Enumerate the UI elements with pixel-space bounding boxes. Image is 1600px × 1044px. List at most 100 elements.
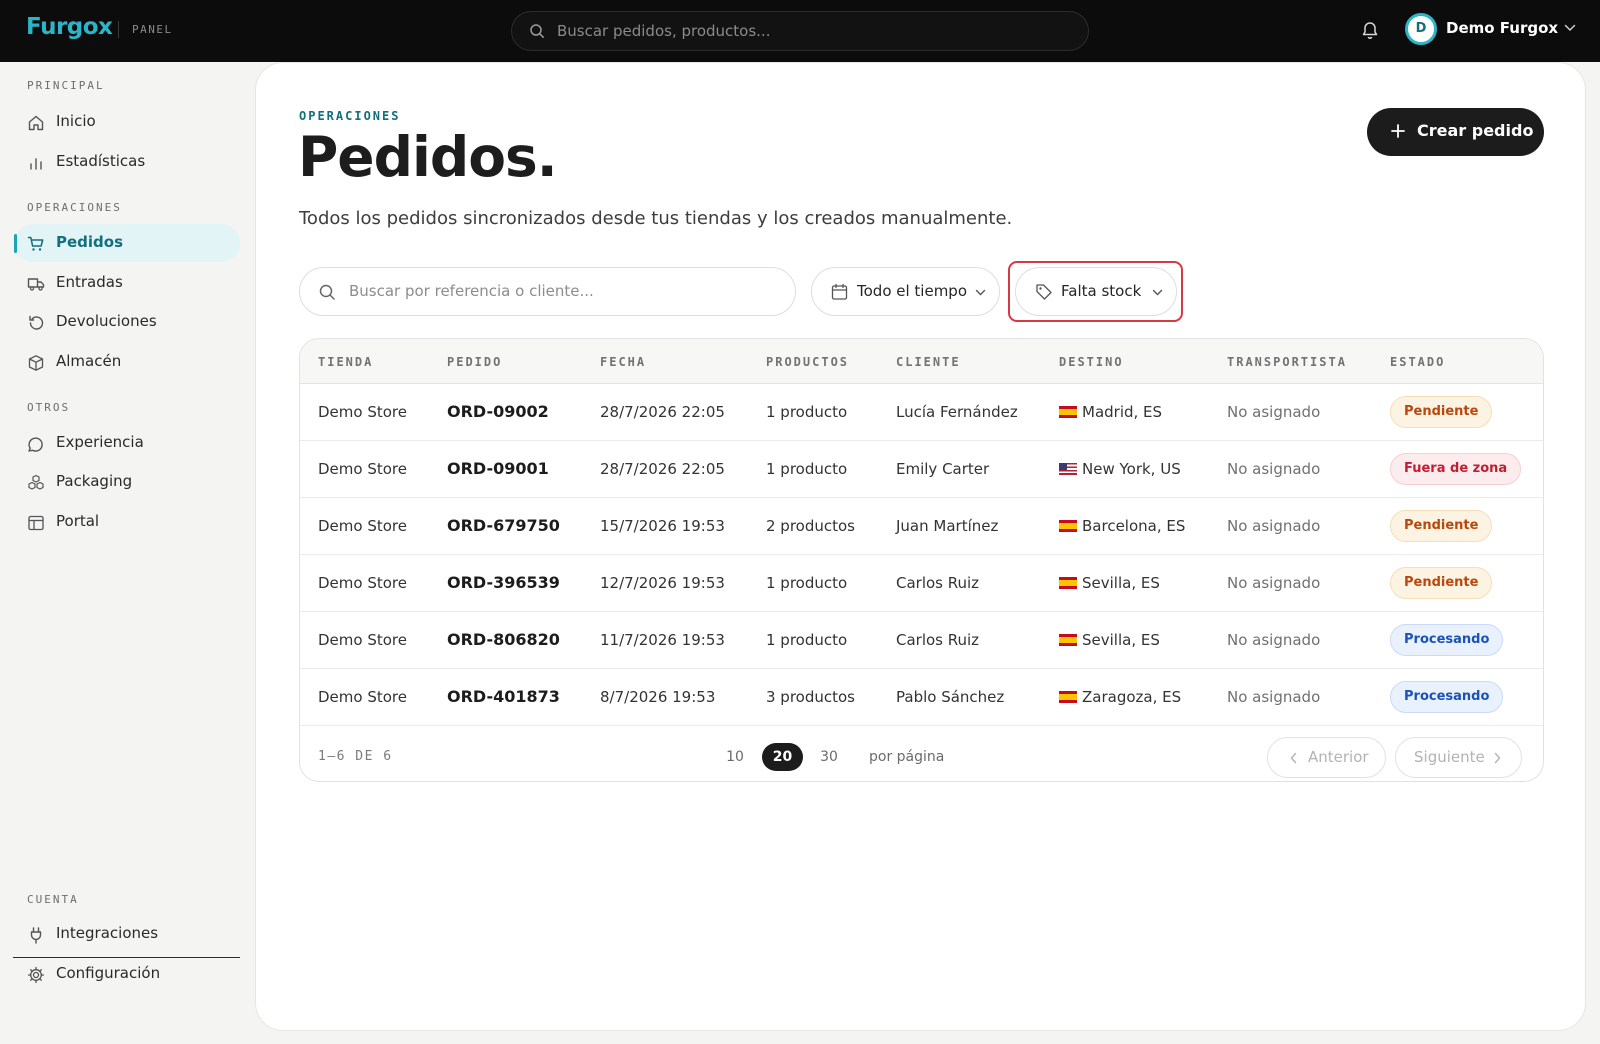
cell-store: Demo Store: [318, 517, 407, 535]
order-search-input[interactable]: Buscar por referencia o cliente...: [299, 267, 796, 316]
sidebar-item-label: Portal: [56, 512, 100, 530]
sidebar-item-integraciones[interactable]: Integraciones: [14, 915, 240, 953]
table-row[interactable]: Demo Store ORD-09002 28/7/2026 22:05 1 p…: [300, 384, 1543, 441]
column-header-pedido[interactable]: PEDIDO: [447, 355, 502, 369]
sidebar-item-label: Experiencia: [56, 433, 144, 451]
user-name[interactable]: Demo Furgox: [1446, 19, 1558, 37]
cell-order-ref[interactable]: ORD-401873: [447, 687, 560, 706]
stock-filter-label: Falta stock: [1061, 282, 1142, 300]
orders-table: TIENDA PEDIDO FECHA PRODUCTOS CLIENTE DE…: [299, 338, 1544, 782]
date-filter-label: Todo el tiempo: [857, 282, 968, 300]
box-icon: [27, 354, 45, 372]
sidebar-item-portal[interactable]: Portal: [14, 503, 240, 541]
avatar[interactable]: D: [1405, 13, 1437, 45]
column-header-cliente[interactable]: CLIENTE: [896, 355, 961, 369]
status-badge: Pendiente: [1390, 510, 1493, 542]
cart-icon: [27, 235, 45, 253]
sidebar-item-almacen[interactable]: Almacén: [14, 343, 240, 381]
layout-icon: [27, 514, 45, 532]
cell-date: 11/7/2026 19:53: [600, 631, 725, 649]
cell-destination: Madrid, ES: [1059, 403, 1162, 421]
cell-order-ref[interactable]: ORD-679750: [447, 516, 560, 535]
cell-destination: New York, US: [1059, 460, 1181, 478]
sidebar-item-packaging[interactable]: Packaging: [14, 463, 240, 501]
cell-carrier: No asignado: [1227, 460, 1321, 478]
status-badge: Procesando: [1390, 624, 1504, 656]
column-header-fecha[interactable]: FECHA: [600, 355, 646, 369]
cell-carrier: No asignado: [1227, 631, 1321, 649]
logo-subtitle: PANEL: [132, 23, 173, 36]
destination-label: Sevilla, ES: [1082, 631, 1160, 649]
page-size-10[interactable]: 10: [720, 743, 750, 771]
gear-icon: [27, 966, 45, 984]
sidebar-item-label: Devoluciones: [56, 312, 157, 330]
cell-products: 3 productos: [766, 688, 855, 706]
sidebar-item-label: Almacén: [56, 352, 122, 370]
table-row[interactable]: Demo Store ORD-396539 12/7/2026 19:53 1 …: [300, 555, 1543, 612]
sidebar-item-pedidos[interactable]: Pedidos: [14, 224, 240, 262]
cell-products: 1 producto: [766, 460, 848, 478]
date-filter-dropdown[interactable]: Todo el tiempo: [811, 267, 1000, 316]
logo[interactable]: Furgox: [26, 14, 113, 40]
sidebar-item-configuracion[interactable]: Configuración: [14, 955, 240, 993]
main-panel: OPERACIONES Pedidos. Todos los pedidos s…: [255, 62, 1586, 1031]
sidebar-item-label: Inicio: [56, 112, 96, 130]
sidebar-item-estadisticas[interactable]: Estadísticas: [14, 143, 240, 181]
table-row[interactable]: Demo Store ORD-679750 15/7/2026 19:53 2 …: [300, 498, 1543, 555]
sidebar-item-entradas[interactable]: Entradas: [14, 264, 240, 302]
cell-products: 1 producto: [766, 403, 848, 421]
cell-client: Pablo Sánchez: [896, 688, 1005, 706]
cell-products: 2 productos: [766, 517, 855, 535]
cell-order-ref[interactable]: ORD-09002: [447, 402, 549, 421]
status-badge: Pendiente: [1390, 396, 1493, 428]
page-eyebrow: OPERACIONES: [299, 109, 401, 123]
cell-date: 28/7/2026 22:05: [600, 403, 725, 421]
status-badge: Procesando: [1390, 681, 1504, 713]
spain-flag-icon: [1059, 634, 1077, 646]
create-order-button[interactable]: Crear pedido: [1367, 108, 1544, 156]
global-search-input[interactable]: Buscar pedidos, productos...: [511, 11, 1089, 51]
next-page-button[interactable]: Siguiente: [1395, 737, 1522, 778]
chevron-down-icon[interactable]: [1564, 24, 1576, 32]
sidebar-item-label: Estadísticas: [56, 152, 146, 170]
cell-date: 15/7/2026 19:53: [600, 517, 725, 535]
page-size-30[interactable]: 30: [814, 743, 844, 771]
cell-date: 8/7/2026 19:53: [600, 688, 716, 706]
cell-carrier: No asignado: [1227, 574, 1321, 592]
column-header-productos[interactable]: PRODUCTOS: [766, 355, 849, 369]
cell-carrier: No asignado: [1227, 403, 1321, 421]
spain-flag-icon: [1059, 691, 1077, 703]
cell-store: Demo Store: [318, 631, 407, 649]
search-icon: [318, 283, 336, 301]
plus-icon: [1389, 122, 1407, 140]
pagination-range: 1–6 DE 6: [318, 749, 393, 764]
previous-page-button[interactable]: Anterior: [1267, 737, 1386, 778]
cell-store: Demo Store: [318, 460, 407, 478]
table-row[interactable]: Demo Store ORD-806820 11/7/2026 19:53 1 …: [300, 612, 1543, 669]
sidebar-item-label: Configuración: [56, 964, 161, 982]
cell-store: Demo Store: [318, 403, 407, 421]
cell-order-ref[interactable]: ORD-396539: [447, 573, 560, 592]
sidebar-item-inicio[interactable]: Inicio: [14, 103, 240, 141]
cell-order-ref[interactable]: ORD-806820: [447, 630, 560, 649]
cell-order-ref[interactable]: ORD-09001: [447, 459, 549, 478]
spain-flag-icon: [1059, 577, 1077, 589]
section-label-otros: OTROS: [27, 401, 71, 414]
table-row[interactable]: Demo Store ORD-401873 8/7/2026 19:53 3 p…: [300, 669, 1543, 726]
cell-store: Demo Store: [318, 574, 407, 592]
column-header-destino[interactable]: DESTINO: [1059, 355, 1124, 369]
spain-flag-icon: [1059, 406, 1077, 418]
sidebar-item-devoluciones[interactable]: Devoluciones: [14, 303, 240, 341]
home-icon: [27, 114, 45, 132]
cell-client: Emily Carter: [896, 460, 990, 478]
sidebar-item-experiencia[interactable]: Experiencia: [14, 424, 240, 462]
column-header-tienda[interactable]: TIENDA: [318, 355, 373, 369]
column-header-estado[interactable]: ESTADO: [1390, 355, 1445, 369]
plug-icon: [27, 926, 45, 944]
page-size-20[interactable]: 20: [762, 743, 803, 771]
bell-icon[interactable]: [1361, 20, 1379, 40]
stock-filter-dropdown[interactable]: Falta stock: [1015, 267, 1177, 316]
column-header-transportista[interactable]: TRANSPORTISTA: [1227, 355, 1347, 369]
table-row[interactable]: Demo Store ORD-09001 28/7/2026 22:05 1 p…: [300, 441, 1543, 498]
cell-client: Carlos Ruiz: [896, 574, 980, 592]
